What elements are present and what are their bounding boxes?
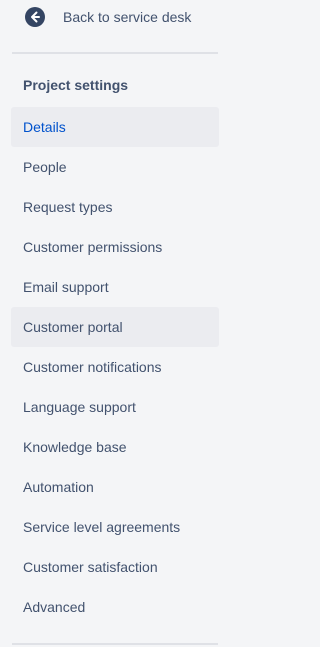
arrow-left-circle-icon xyxy=(24,6,46,28)
nav-item-service-level-agreements[interactable]: Service level agreements xyxy=(11,507,219,547)
nav-item-customer-notifications[interactable]: Customer notifications xyxy=(11,347,219,387)
back-link-label: Back to service desk xyxy=(63,9,192,25)
nav-item-customer-permissions[interactable]: Customer permissions xyxy=(11,227,219,267)
back-to-service-desk-link[interactable]: Back to service desk xyxy=(24,6,191,28)
nav-item-automation[interactable]: Automation xyxy=(11,467,219,507)
nav-item-people[interactable]: People xyxy=(11,147,219,187)
nav-item-customer-portal[interactable]: Customer portal xyxy=(11,307,219,347)
nav-item-request-types[interactable]: Request types xyxy=(11,187,219,227)
bottom-divider xyxy=(12,643,218,645)
section-title: Project settings xyxy=(23,77,129,93)
nav-item-language-support[interactable]: Language support xyxy=(11,387,219,427)
nav-item-details[interactable]: Details xyxy=(11,107,219,147)
top-divider xyxy=(12,52,218,54)
nav-item-advanced[interactable]: Advanced xyxy=(11,587,219,627)
project-settings-sidebar: Back to service desk Project settings De… xyxy=(0,0,224,647)
nav-item-knowledge-base[interactable]: Knowledge base xyxy=(11,427,219,467)
settings-nav-list: Details People Request types Customer pe… xyxy=(11,107,219,627)
nav-item-customer-satisfaction[interactable]: Customer satisfaction xyxy=(11,547,219,587)
nav-item-email-support[interactable]: Email support xyxy=(11,267,219,307)
